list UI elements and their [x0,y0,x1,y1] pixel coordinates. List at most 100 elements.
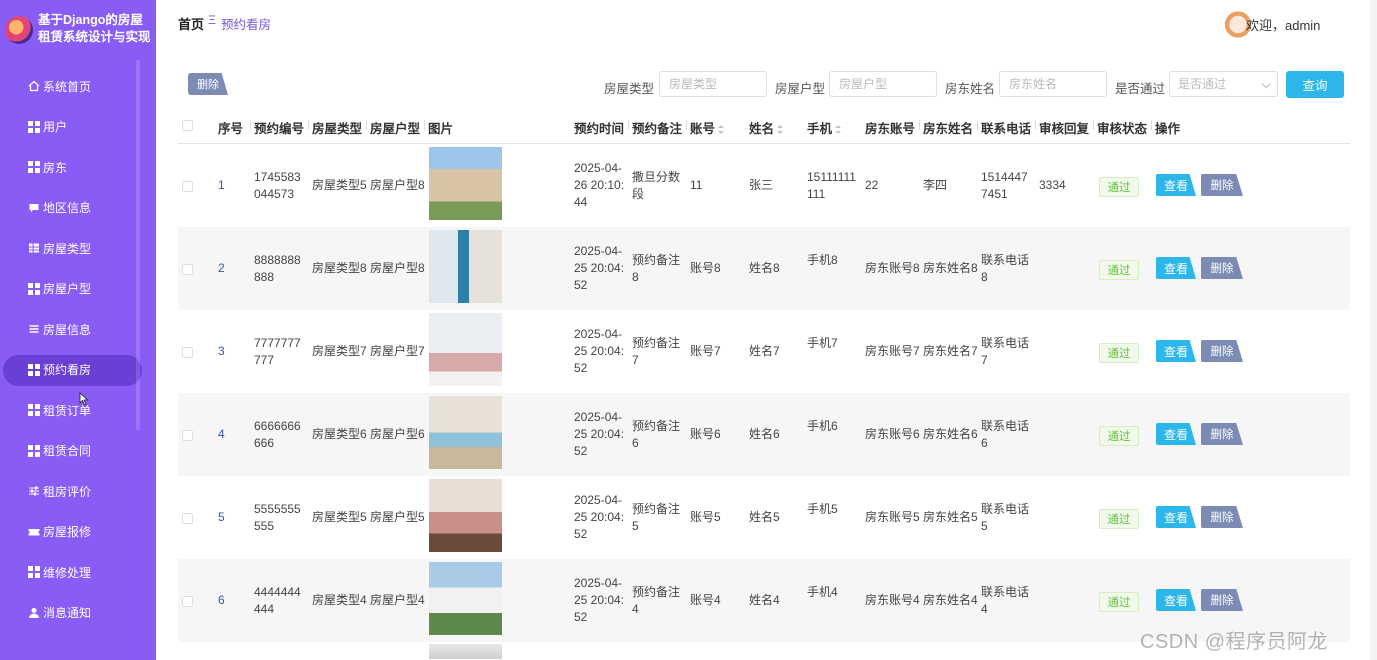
view-button[interactable]: 查看 [1156,423,1196,445]
row-checkbox[interactable] [182,430,193,441]
sidebar-item-house-info[interactable]: 房屋信息 [0,309,156,350]
cell-contact: 15144477451 [981,170,1028,201]
col-divider [1035,120,1036,130]
col-name-label: 姓名 [749,122,775,136]
batch-delete-button[interactable]: 删除 [188,73,228,95]
row-checkbox[interactable] [182,347,193,358]
view-button[interactable]: 查看 [1156,174,1196,196]
row-checkbox[interactable] [182,264,193,275]
house-image[interactable] [429,230,502,303]
delete-button[interactable]: 删除 [1201,174,1243,196]
col-landlord-account: 房东账号 [865,122,916,136]
view-button[interactable]: 查看 [1156,257,1196,279]
sidebar-item-users[interactable]: 用户 [0,107,156,148]
table-row: 5 5555555555 房屋类型5 房屋户型5 2025-04-25 20:0… [178,476,1350,559]
sidebar-item-region[interactable]: 地区信息 [0,188,156,229]
cell-account: 账号4 [690,593,721,607]
row-checkbox[interactable] [182,513,193,524]
cell-landlord-name: 房东姓名7 [923,344,978,358]
col-divider [1093,120,1094,130]
col-note: 预约备注 [632,122,683,136]
cell-index: 2 [218,261,225,275]
col-time: 预约时间 [574,122,625,136]
delete-button[interactable]: 删除 [1201,506,1243,528]
delete-button[interactable]: 删除 [1201,589,1243,611]
cell-index: 5 [218,510,225,524]
sidebar-item-contracts[interactable]: 租赁合同 [0,431,156,472]
cell-contact: 联系电话4 [981,585,1030,616]
query-button[interactable]: 查询 [1286,71,1344,98]
house-image[interactable] [429,562,502,635]
sidebar-item-repairs[interactable]: 房屋报修 [0,512,156,553]
sidebar-item-reviews[interactable]: 租房评价 [0,471,156,512]
col-phone[interactable]: 手机 [807,118,842,137]
view-button[interactable]: 查看 [1156,506,1196,528]
cell-landlord-account: 房东账号6 [865,427,920,441]
sidebar-item-house-layout[interactable]: 房屋户型 [0,269,156,310]
grid-icon [28,161,40,174]
cell-account: 账号8 [690,261,721,275]
col-contact: 联系电话 [981,122,1032,136]
row-checkbox[interactable] [182,596,193,607]
sidebar-item-notices[interactable]: 消息通知 [0,593,156,634]
cell-account: 账号7 [690,344,721,358]
sidebar-item-orders[interactable]: 租赁订单 [0,390,156,431]
cell-time: 2025-04-25 20:04:52 [574,410,625,458]
sidebar-item-label: 消息通知 [43,606,92,621]
watermark: CSDN @程序员阿龙 [1140,631,1329,653]
home-icon [28,80,40,92]
grid-icon [28,444,40,457]
house-image[interactable] [429,644,502,659]
filter-approved-select[interactable]: 是否通过 [1169,71,1278,97]
col-name[interactable]: 姓名 [749,118,784,137]
chat-icon [29,203,39,213]
sidebar-scrollbar[interactable] [136,60,140,430]
breadcrumb-home[interactable]: 首页 [178,14,204,33]
sort-icon[interactable] [835,125,842,134]
table-header: 序号 预约编号 房屋类型 房屋户型 图片 预约时间 预约备注 账号 姓名 手机 … [178,108,1350,144]
cell-contact: 联系电话8 [981,253,1030,284]
house-image[interactable] [429,313,502,386]
filter-house-layout-input[interactable]: 房屋户型 [829,71,937,97]
cell-type: 房屋类型8 [312,261,367,275]
row-checkbox[interactable] [182,181,193,192]
cell-landlord-account: 房东账号4 [865,593,920,607]
cell-index: 6 [218,593,225,607]
table-row: 4 6666666666 房屋类型6 房屋户型6 2025-04-25 20:0… [178,393,1350,476]
sidebar-item-house-type[interactable]: 房屋类型 [0,228,156,269]
cell-index: 1 [218,178,225,192]
sort-icon[interactable] [777,125,784,134]
cell-code: 7777777777 [254,336,301,367]
view-button[interactable]: 查看 [1156,340,1196,362]
sidebar-item-label: 用户 [43,120,68,135]
sidebar-item-home[interactable]: 系统首页 [0,66,156,107]
cell-landlord-name: 李四 [923,178,948,192]
cell-landlord-name: 房东姓名6 [923,427,978,441]
delete-button[interactable]: 删除 [1201,340,1243,362]
filter-landlord-name-input[interactable]: 房东姓名 [999,71,1107,97]
page-scrollbar[interactable] [1370,0,1377,660]
house-image[interactable] [429,396,502,469]
sidebar-item-landlord[interactable]: 房东 [0,147,156,188]
col-type: 房屋类型 [312,122,363,136]
sidebar-item-label: 租赁订单 [43,403,92,418]
view-button[interactable]: 查看 [1156,589,1196,611]
cell-name: 姓名7 [749,344,780,358]
cell-contact: 联系电话5 [981,502,1030,533]
cell-code: 1745583044573 [254,170,301,201]
delete-button[interactable]: 删除 [1201,423,1243,445]
table-row: 2 8888888888 房屋类型8 房屋户型8 2025-04-25 20:0… [178,227,1350,310]
sidebar-item-viewing[interactable]: 预约看房 [0,350,156,391]
filter-house-type-input[interactable]: 房屋类型 [659,71,767,97]
table-row: 3 7777777777 房屋类型7 房屋户型7 2025-04-25 20:0… [178,310,1350,393]
cell-name: 姓名4 [749,593,780,607]
select-all-checkbox[interactable] [182,120,193,131]
sort-icon[interactable] [718,125,725,134]
col-landlord-name: 房东姓名 [923,122,974,136]
house-image[interactable] [429,147,502,220]
sidebar-item-repair-handling[interactable]: 维修处理 [0,552,156,593]
col-account[interactable]: 账号 [690,118,725,137]
col-reply: 审核回复 [1039,122,1090,136]
delete-button[interactable]: 删除 [1201,257,1243,279]
house-image[interactable] [429,479,502,552]
